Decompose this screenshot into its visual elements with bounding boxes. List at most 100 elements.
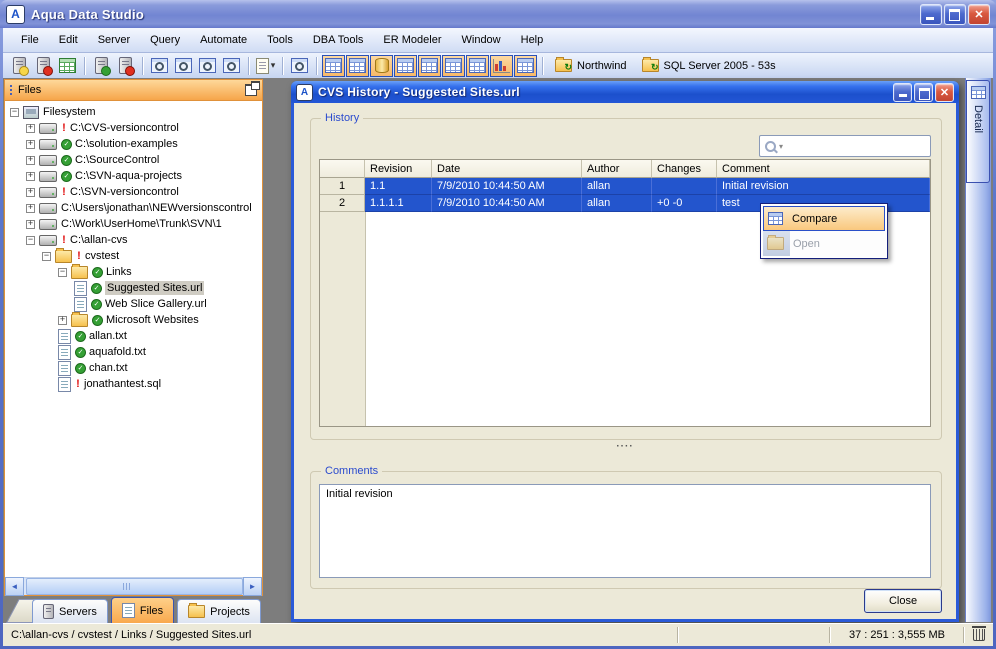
- status-memory: 37 : 251 : 3,555 MB: [848, 629, 945, 641]
- table-view-toggle[interactable]: [394, 54, 417, 77]
- tab-detail[interactable]: Detail: [966, 80, 990, 183]
- tree-item[interactable]: chan.txt: [5, 360, 262, 376]
- list-view-toggle[interactable]: [442, 54, 465, 77]
- history-row[interactable]: 1 1.1 7/9/2010 10:44:50 AM allan Initial…: [320, 178, 930, 195]
- status-separator: [677, 627, 679, 643]
- tree-item[interactable]: aquafold.txt: [5, 344, 262, 360]
- tree-item[interactable]: allan.txt: [5, 328, 262, 344]
- chart-view-toggle[interactable]: [490, 54, 513, 77]
- tree-item[interactable]: Web Slice Gallery.url: [5, 296, 262, 312]
- tree-item-selected[interactable]: Suggested Sites.url: [5, 280, 262, 296]
- menu-edit[interactable]: Edit: [49, 30, 88, 50]
- menu-automate[interactable]: Automate: [190, 30, 257, 50]
- connection-sql-server[interactable]: SQL Server 2005 - 53s: [635, 57, 783, 73]
- float-panel-icon[interactable]: [245, 81, 260, 96]
- tab-projects[interactable]: Projects: [177, 599, 261, 623]
- expand-icon[interactable]: [58, 315, 67, 325]
- expand-icon[interactable]: [26, 203, 35, 213]
- expand-icon[interactable]: [26, 155, 35, 165]
- tree-item[interactable]: C:\SVN-versioncontrol: [5, 184, 262, 200]
- expand-icon[interactable]: [26, 187, 35, 197]
- tree-item[interactable]: jonathantest.sql: [5, 376, 262, 392]
- column-header-author[interactable]: Author: [582, 160, 652, 178]
- grid-view-toggle[interactable]: [322, 54, 345, 77]
- schedule-view-toggle[interactable]: [418, 54, 441, 77]
- dialog-minimize-button[interactable]: [893, 82, 912, 102]
- menu-help[interactable]: Help: [511, 30, 554, 50]
- search-input[interactable]: [786, 139, 933, 153]
- tree-item[interactable]: C:\solution-examples: [5, 136, 262, 152]
- column-header-revision[interactable]: Revision: [365, 160, 432, 178]
- tree-item[interactable]: Filesystem: [5, 104, 262, 120]
- connection-northwind[interactable]: Northwind: [548, 57, 634, 73]
- menu-server[interactable]: Server: [88, 30, 140, 50]
- history-search[interactable]: [759, 135, 933, 157]
- menu-er-modeler[interactable]: ER Modeler: [373, 30, 451, 50]
- comments-text-area[interactable]: Initial revision: [319, 484, 931, 578]
- tree-item[interactable]: C:\SVN-aqua-projects: [5, 168, 262, 184]
- scrollbar-thumb[interactable]: [26, 578, 243, 595]
- disconnect-server-button[interactable]: [114, 55, 137, 77]
- collapse-icon[interactable]: [58, 267, 67, 277]
- context-menu-compare[interactable]: Compare: [763, 206, 885, 231]
- dialog-maximize-button[interactable]: [914, 82, 933, 102]
- tab-servers[interactable]: Servers: [32, 599, 108, 623]
- collapse-icon[interactable]: [42, 251, 51, 261]
- close-button[interactable]: [968, 3, 990, 25]
- expand-icon[interactable]: [26, 123, 35, 133]
- tab-files[interactable]: Files: [110, 597, 175, 623]
- tree-item[interactable]: cvstest: [5, 247, 262, 264]
- minimize-button[interactable]: [920, 3, 942, 25]
- tree-item[interactable]: C:\Users\jonathan\NEWversionscontrol: [5, 200, 262, 216]
- search-dropdown-icon[interactable]: [779, 142, 783, 151]
- menu-tools[interactable]: Tools: [257, 30, 303, 50]
- status-bar: C:\allan-cvs / cvstest / Links / Suggest…: [3, 623, 993, 646]
- column-header-date[interactable]: Date: [432, 160, 582, 178]
- tree-item[interactable]: C:\allan-cvs: [5, 232, 262, 248]
- remove-server-button[interactable]: [32, 55, 55, 77]
- tree-item[interactable]: C:\SourceControl: [5, 152, 262, 168]
- connect-server-button[interactable]: [90, 55, 113, 77]
- menu-dba-tools[interactable]: DBA Tools: [303, 30, 374, 50]
- query-window-button[interactable]: [196, 55, 219, 77]
- menu-file[interactable]: File: [11, 30, 49, 50]
- menu-window[interactable]: Window: [452, 30, 511, 50]
- close-dialog-button[interactable]: Close: [864, 589, 942, 613]
- results-view-toggle[interactable]: [514, 54, 537, 77]
- column-header-comment[interactable]: Comment: [717, 160, 930, 178]
- scroll-right-arrow[interactable]: [243, 577, 262, 596]
- expand-icon[interactable]: [26, 139, 35, 149]
- details-view-toggle[interactable]: [346, 54, 369, 77]
- table-data-button[interactable]: [56, 55, 79, 77]
- dialog-close-button[interactable]: [935, 82, 954, 102]
- tree-item[interactable]: Microsoft Websites: [5, 311, 262, 328]
- tree-item[interactable]: C:\CVS-versioncontrol: [5, 120, 262, 136]
- maximize-button[interactable]: [944, 3, 966, 25]
- register-server-button[interactable]: [8, 55, 31, 77]
- collapse-icon[interactable]: [10, 107, 19, 117]
- files-panel-header[interactable]: Files: [5, 80, 262, 101]
- query-analyzer-button[interactable]: [148, 55, 171, 77]
- er-diagram-view-toggle[interactable]: [466, 54, 489, 77]
- menu-query[interactable]: Query: [140, 30, 190, 50]
- database-view-toggle[interactable]: [370, 54, 393, 77]
- dialog-title-bar[interactable]: A CVS History - Suggested Sites.url: [291, 81, 959, 103]
- dialog-app-icon: A: [296, 83, 313, 101]
- date-cell: 7/9/2010 10:44:50 AM: [432, 178, 582, 195]
- column-header-changes[interactable]: Changes: [652, 160, 717, 178]
- splitter-grip[interactable]: [294, 443, 956, 453]
- expand-icon[interactable]: [26, 171, 35, 181]
- open-script-button[interactable]: [254, 55, 277, 77]
- schema-browser-button[interactable]: [288, 55, 311, 77]
- edit-results-button[interactable]: [220, 55, 243, 77]
- scroll-left-arrow[interactable]: [5, 577, 24, 596]
- tree-item[interactable]: Links: [5, 263, 262, 280]
- query-browser-button[interactable]: [172, 55, 195, 77]
- drive-icon: [39, 170, 57, 182]
- collapse-icon[interactable]: [26, 235, 35, 245]
- horizontal-scrollbar[interactable]: [5, 577, 262, 596]
- garbage-collect-button[interactable]: [965, 626, 993, 641]
- expand-icon[interactable]: [26, 219, 35, 229]
- column-header-rownum[interactable]: [320, 160, 365, 178]
- tree-item[interactable]: C:\Work\UserHome\Trunk\SVN\1: [5, 216, 262, 232]
